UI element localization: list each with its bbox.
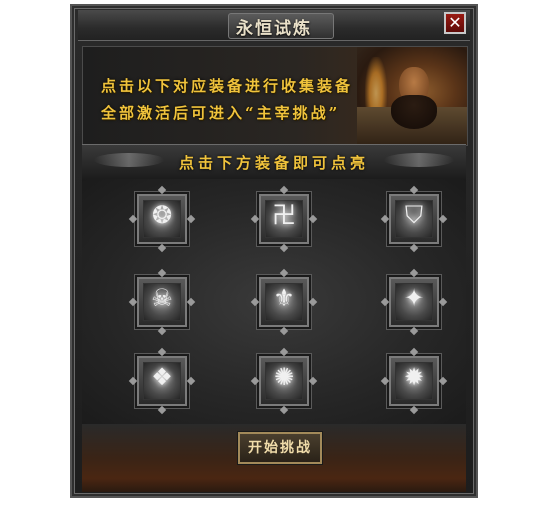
ribbon-text: 点击下方装备即可点亮 (178, 154, 369, 172)
close-button[interactable]: ✕ (444, 12, 466, 34)
info-line-2: 全部激活后可进入“主宰挑战” (101, 104, 341, 122)
info-line-1: 点击以下对应装备进行收集装备 (101, 77, 354, 95)
equipment-grid: ❂ 卍 ⛉ ☠ ⚜ ✦ ❖ ✺ ✹ (82, 179, 466, 424)
equipment-slot-1[interactable]: ❂ (128, 185, 196, 253)
equipment-slot-2[interactable]: 卍 (250, 185, 318, 253)
hero-portrait (357, 47, 467, 145)
star-emblem-icon: ✦ (403, 284, 425, 312)
wolf-emblem-icon: ✺ (273, 363, 295, 391)
trial-window: 永恒试炼 ✕ 点击以下对应装备进行收集装备 全部激活后可进入“主宰挑战” 点击下… (70, 4, 478, 498)
burst-emblem-icon: ✹ (403, 363, 425, 391)
equipment-slot-8[interactable]: ✺ (250, 347, 318, 415)
info-panel: 点击以下对应装备进行收集装备 全部激活后可进入“主宰挑战” (82, 46, 468, 146)
swastika-emblem-icon: 卍 (272, 201, 296, 229)
title-bar: 永恒试炼 ✕ (78, 10, 470, 41)
window-title: 永恒试炼 (236, 19, 312, 39)
start-challenge-button[interactable]: 开始挑战 (238, 432, 322, 464)
skull-emblem-icon: ☠ (151, 284, 173, 312)
equipment-slot-9[interactable]: ✹ (380, 347, 448, 415)
beast-emblem-icon: ❖ (151, 363, 173, 391)
swirl-emblem-icon: ❂ (151, 201, 173, 229)
equipment-slot-5[interactable]: ⚜ (250, 268, 318, 336)
instruction-ribbon: 点击下方装备即可点亮 (82, 144, 466, 180)
equipment-slot-6[interactable]: ✦ (380, 268, 448, 336)
hero-beard (391, 95, 437, 129)
equipment-slot-4[interactable]: ☠ (128, 268, 196, 336)
shield-emblem-icon: ⛉ (405, 201, 423, 229)
equipment-slot-3[interactable]: ⛉ (380, 185, 448, 253)
equipment-slot-7[interactable]: ❖ (128, 347, 196, 415)
crest-emblem-icon: ⚜ (273, 284, 295, 312)
